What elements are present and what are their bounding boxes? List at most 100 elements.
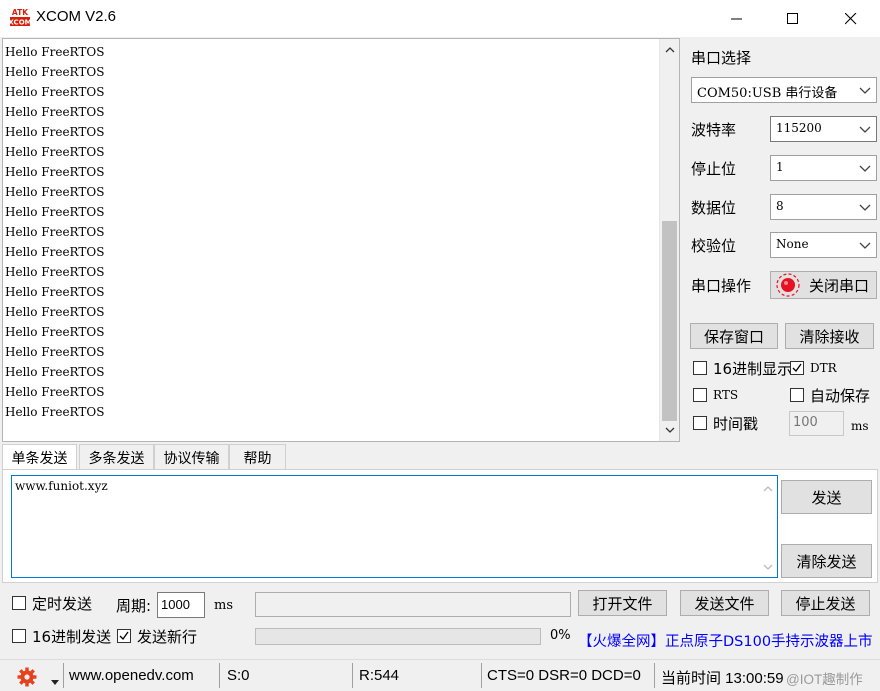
maximize-button[interactable] (770, 0, 816, 37)
parity-select[interactable]: None (770, 232, 877, 258)
receive-line: Hello FreeRTOS (5, 145, 105, 159)
timed-send-checkbox[interactable] (12, 596, 26, 610)
receive-line: Hello FreeRTOS (5, 245, 105, 259)
modem-lines: CTS=0 DSR=0 DCD=0 (487, 667, 641, 684)
timestamp-input[interactable]: 100 (789, 411, 844, 436)
receive-line: Hello FreeRTOS (5, 185, 105, 199)
data-bits-value: 8 (776, 199, 784, 213)
send-button[interactable]: 发送 (781, 480, 872, 514)
send-progress-bar (255, 628, 541, 645)
scroll-up-icon[interactable] (759, 480, 777, 498)
send-file-button[interactable]: 发送文件 (680, 590, 769, 616)
close-port-button[interactable]: 关闭串口 (770, 271, 877, 299)
dtr-checkbox[interactable] (790, 361, 804, 375)
baud-label: 波特率 (691, 121, 737, 139)
newline-checkbox[interactable] (117, 629, 131, 643)
newline-label: 发送新行 (137, 628, 198, 646)
port-op-label: 串口操作 (691, 277, 752, 295)
tab-multi-send[interactable]: 多条发送 (79, 444, 154, 470)
baud-value: 115200 (776, 121, 822, 135)
receive-line: Hello FreeRTOS (5, 305, 105, 319)
baud-select[interactable]: 115200 (770, 116, 877, 142)
receive-line: Hello FreeRTOS (5, 385, 105, 399)
send-scrollbar[interactable] (759, 476, 777, 577)
receive-line: Hello FreeRTOS (5, 285, 105, 299)
receive-line: Hello FreeRTOS (5, 225, 105, 239)
save-window-button[interactable]: 保存窗口 (690, 323, 778, 349)
stop-bits-select[interactable]: 1 (770, 155, 877, 181)
receive-line: Hello FreeRTOS (5, 65, 105, 79)
stop-send-button[interactable]: 停止发送 (781, 590, 870, 616)
hex-send-checkbox[interactable] (12, 629, 26, 643)
minimize-button[interactable] (714, 0, 760, 37)
receive-line: Hello FreeRTOS (5, 365, 105, 379)
file-path-field[interactable] (255, 592, 571, 617)
tab-protocol[interactable]: 协议传输 (154, 444, 229, 470)
rts-label: RTS (713, 388, 739, 402)
receive-line: Hello FreeRTOS (5, 265, 105, 279)
port-select[interactable]: COM50:USB 串行设备 (691, 77, 877, 103)
status-separator (219, 663, 220, 688)
dropdown-arrow-icon[interactable] (51, 673, 59, 689)
receive-scrollbar[interactable] (659, 39, 679, 441)
clear-receive-button[interactable]: 清除接收 (785, 323, 874, 349)
checkmark-icon (792, 363, 802, 373)
status-separator (352, 663, 353, 688)
chevron-down-icon (859, 204, 871, 211)
receive-line: Hello FreeRTOS (5, 345, 105, 359)
scroll-down-icon[interactable] (660, 421, 680, 439)
parity-value: None (776, 237, 809, 251)
chevron-down-icon (859, 126, 871, 133)
timestamp-unit: ms (851, 419, 869, 433)
timed-send-label: 定时发送 (32, 595, 93, 613)
scroll-up-icon[interactable] (660, 41, 680, 59)
receive-line: Hello FreeRTOS (5, 325, 105, 339)
website-link[interactable]: www.openedv.com (69, 667, 194, 684)
scrollbar-thumb[interactable] (662, 221, 677, 421)
ad-link[interactable]: 【火爆全网】正点原子DS100手持示波器上市 (578, 630, 873, 651)
receive-line: Hello FreeRTOS (5, 405, 105, 419)
receive-lines: Hello FreeRTOS Hello FreeRTOS Hello FreeRT… (5, 42, 104, 422)
port-select-label: 串口选择 (691, 49, 752, 67)
close-window-button[interactable] (828, 0, 874, 37)
timestamp-checkbox[interactable] (693, 416, 707, 430)
chevron-down-icon (859, 165, 871, 172)
gear-icon[interactable] (17, 667, 37, 691)
stop-bits-label: 停止位 (691, 160, 737, 178)
title-bar: ATK XCOM XCOM V2.6 (0, 0, 880, 37)
progress-text: 0% (550, 628, 571, 643)
watermark: @IOT趣制作 (786, 672, 863, 687)
data-bits-select[interactable]: 8 (770, 194, 877, 220)
xcom-logo-icon: ATK XCOM (8, 7, 31, 27)
receive-area[interactable]: Hello FreeRTOS Hello FreeRTOS Hello FreeRT… (2, 38, 680, 442)
open-file-button[interactable]: 打开文件 (578, 590, 667, 616)
data-bits-label: 数据位 (691, 199, 737, 217)
checkmark-icon (119, 631, 129, 641)
receive-line: Hello FreeRTOS (5, 85, 105, 99)
sent-count: S:0 (227, 667, 250, 684)
parity-label: 校验位 (691, 237, 737, 255)
scroll-down-icon[interactable] (759, 558, 777, 576)
status-separator (654, 663, 655, 688)
hex-display-checkbox[interactable] (693, 361, 707, 375)
period-input[interactable]: 1000 (157, 592, 205, 618)
receive-line: Hello FreeRTOS (5, 205, 105, 219)
window-title: XCOM V2.6 (36, 8, 117, 25)
current-time: 当前时间 13:00:59 (661, 670, 784, 687)
maximize-icon (787, 12, 798, 24)
tab-help[interactable]: 帮助 (229, 444, 286, 470)
status-bar: www.openedv.com S:0 R:544 CTS=0 DSR=0 DC… (0, 659, 880, 690)
minimize-icon (731, 18, 742, 19)
clear-send-button[interactable]: 清除发送 (781, 544, 872, 578)
svg-text:XCOM: XCOM (9, 19, 31, 27)
auto-save-checkbox[interactable] (790, 388, 804, 402)
receive-line: Hello FreeRTOS (5, 125, 105, 139)
close-icon (845, 12, 857, 24)
tab-single-send[interactable]: 单条发送 (2, 444, 77, 471)
auto-save-label: 自动保存 (810, 387, 871, 405)
period-label: 周期: (116, 597, 152, 615)
rts-checkbox[interactable] (693, 388, 707, 402)
send-input[interactable]: www.funiot.xyz (11, 475, 778, 578)
red-led-icon (776, 273, 800, 297)
chevron-down-icon (859, 242, 871, 249)
